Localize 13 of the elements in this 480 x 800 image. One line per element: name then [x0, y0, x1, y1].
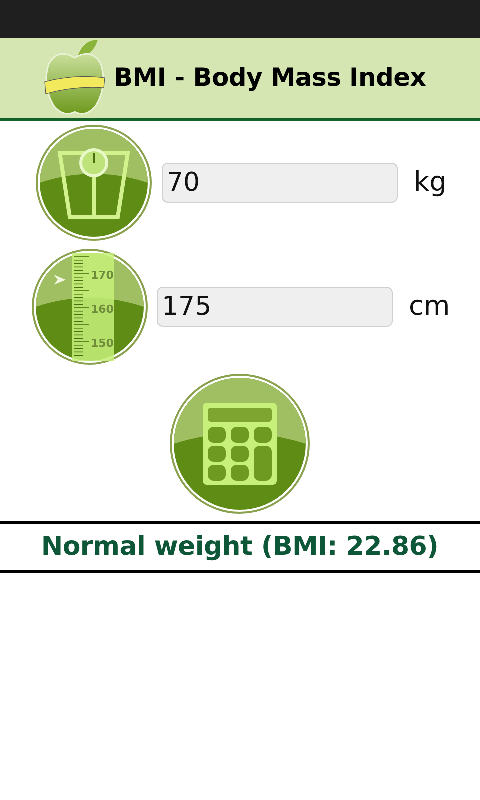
scale-icon	[36, 125, 152, 241]
result-text: Normal weight (BMI: 22.86)	[41, 530, 439, 564]
unit-label: cm	[409, 290, 450, 324]
unit-label: kg	[414, 166, 447, 200]
calculate-button[interactable]	[169, 373, 311, 515]
ruler-mark: 160	[91, 303, 114, 316]
apple-logo-icon	[44, 38, 106, 118]
weight-field[interactable]: 70	[162, 163, 398, 203]
height-field[interactable]: 175	[157, 287, 393, 327]
ruler-mark: 150	[91, 337, 114, 350]
ruler-mark: 170	[91, 269, 114, 282]
app-title: BMI - Body Mass Index	[114, 62, 426, 94]
ruler-icon	[32, 249, 148, 365]
